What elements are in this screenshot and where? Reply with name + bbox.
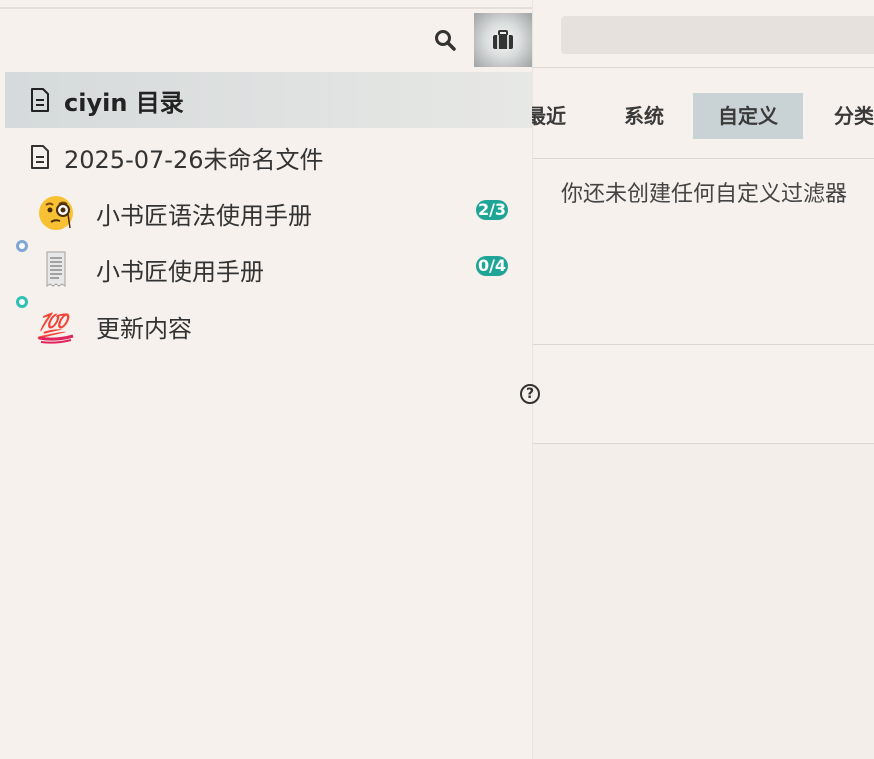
sidebar-item-untitled-file[interactable]: 2025-07-26未命名文件 xyxy=(5,129,532,185)
filter-search-input[interactable] xyxy=(561,16,874,54)
tab-custom[interactable]: 自定义 xyxy=(693,93,803,139)
receipt-icon xyxy=(36,249,76,289)
monocle-face-icon xyxy=(36,193,76,233)
search-icon[interactable] xyxy=(434,29,456,51)
tab-category[interactable]: 分类 xyxy=(821,93,874,139)
svg-text:💯: 💯 xyxy=(37,312,72,340)
document-sidebar: ciyin 目录 2025-07-26未命名文件 小书匠语法使用手册 2/3 小… xyxy=(0,0,532,759)
sidebar-item-label: 更新内容 xyxy=(96,314,192,343)
sidebar-item-label: 小书匠使用手册 xyxy=(96,257,264,286)
filter-panel: 最近 系统 自定义 分类 你还未创建任何自定义过滤器 xyxy=(526,0,874,759)
panel-lower-area xyxy=(533,444,874,759)
sidebar-item-label: 2025-07-26未命名文件 xyxy=(64,145,324,174)
section-divider xyxy=(533,344,874,345)
sidebar-item-syntax-manual[interactable]: 小书匠语法使用手册 xyxy=(5,185,532,241)
tabs-divider xyxy=(533,158,874,159)
document-icon xyxy=(31,145,49,169)
sidebar-item-user-manual[interactable]: 小书匠使用手册 xyxy=(5,241,532,297)
progress-badge: 2/3 xyxy=(476,200,508,220)
panel-divider xyxy=(533,67,874,68)
sidebar-item-updates[interactable]: 💯 更新内容 xyxy=(5,298,532,354)
sidebar-item-catalog[interactable]: ciyin 目录 xyxy=(5,72,532,128)
empty-filter-message: 你还未创建任何自定义过滤器 xyxy=(561,182,848,207)
hundred-points-icon: 💯 xyxy=(36,306,76,346)
briefcase-icon xyxy=(493,30,513,49)
help-icon[interactable]: ? xyxy=(520,384,540,404)
sidebar-item-label: ciyin 目录 xyxy=(64,88,184,117)
tab-system[interactable]: 系统 xyxy=(611,93,677,139)
document-icon xyxy=(31,88,49,112)
briefcase-button[interactable] xyxy=(474,13,532,67)
sidebar-item-label: 小书匠语法使用手册 xyxy=(96,201,312,230)
progress-badge: 0/4 xyxy=(476,256,508,276)
